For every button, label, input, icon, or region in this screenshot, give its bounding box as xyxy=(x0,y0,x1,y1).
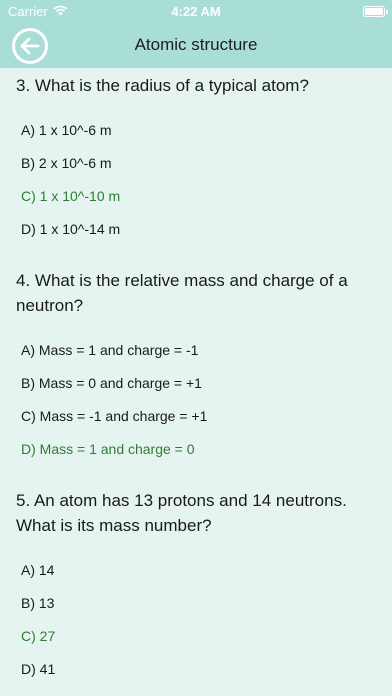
status-left: Carrier xyxy=(8,4,68,19)
wifi-icon xyxy=(53,4,68,19)
back-arrow-icon xyxy=(15,31,45,61)
battery-icon xyxy=(363,5,388,17)
question-4-options: A) Mass = 1 and charge = -1 B) Mass = 0 a… xyxy=(16,334,376,466)
question-4-option-b[interactable]: B) Mass = 0 and charge = +1 xyxy=(21,367,376,400)
question-5-option-d[interactable]: D) 41 xyxy=(21,653,376,686)
question-3-option-d[interactable]: D) 1 x 10^-14 m xyxy=(21,213,376,246)
question-5-option-b[interactable]: B) 13 xyxy=(21,587,376,620)
question-4-option-c[interactable]: C) Mass = -1 and charge = +1 xyxy=(21,400,376,433)
quiz-content: 3. What is the radius of a typical atom?… xyxy=(0,73,392,686)
page-title: Atomic structure xyxy=(134,35,258,54)
question-3-option-b[interactable]: B) 2 x 10^-6 m xyxy=(21,147,376,180)
carrier-label: Carrier xyxy=(8,3,48,19)
question-5-option-a[interactable]: A) 14 xyxy=(21,554,376,587)
status-bar: Carrier 4:22 AM xyxy=(0,0,392,22)
question-5-option-c[interactable]: C) 27 xyxy=(21,620,376,653)
question-3-option-c[interactable]: C) 1 x 10^-10 m xyxy=(21,180,376,213)
question-3-text: 3. What is the radius of a typical atom? xyxy=(16,76,309,95)
question-3-option-a[interactable]: A) 1 x 10^-6 m xyxy=(21,114,376,147)
question-5-options: A) 14 B) 13 C) 27 D) 41 xyxy=(16,554,376,686)
question-4-text: 4. What is the relative mass and charge … xyxy=(16,271,348,315)
question-4-option-d[interactable]: D) Mass = 1 and charge = 0 xyxy=(21,433,376,466)
question-5-text: 5. An atom has 13 protons and 14 neutron… xyxy=(16,491,347,535)
back-button[interactable] xyxy=(12,28,48,64)
navigation-bar: Atomic structure xyxy=(0,22,392,68)
question-4-option-a[interactable]: A) Mass = 1 and charge = -1 xyxy=(21,334,376,367)
question-3-options: A) 1 x 10^-6 m B) 2 x 10^-6 m C) 1 x 10^-1… xyxy=(16,114,376,246)
